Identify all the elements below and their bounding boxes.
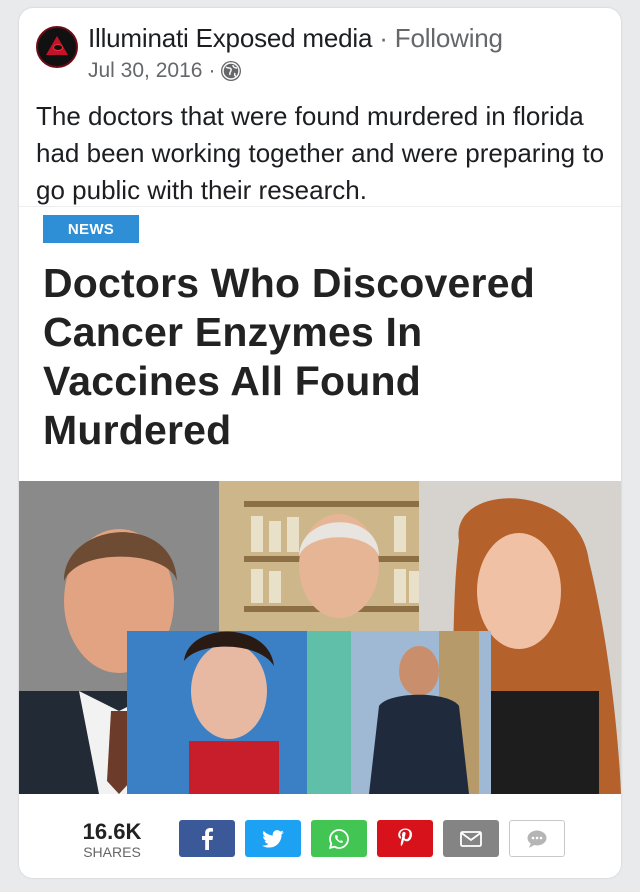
sms-share-button[interactable] <box>509 820 565 857</box>
post-header: Illuminati Exposed media · Following Jul… <box>36 22 596 92</box>
separator-dot: · <box>379 23 388 53</box>
pinterest-share-button[interactable] <box>377 820 433 857</box>
whatsapp-icon <box>328 828 349 849</box>
twitter-share-button[interactable] <box>245 820 301 857</box>
pinterest-icon <box>398 828 412 846</box>
share-bar: 16.6K SHARES <box>19 807 621 867</box>
article-headline[interactable]: Doctors Who Discovered Cancer Enzymes In… <box>43 259 603 455</box>
post-meta: Jul 30, 2016 · <box>88 59 242 83</box>
globe-icon[interactable] <box>221 61 242 81</box>
collage-photo <box>19 481 621 794</box>
post-text: The doctors that were found murdered in … <box>36 101 605 205</box>
post-date[interactable]: Jul 30, 2016 <box>88 59 202 83</box>
whatsapp-share-button[interactable] <box>311 820 367 857</box>
twitter-icon <box>262 829 284 848</box>
facebook-share-button[interactable] <box>179 820 235 857</box>
page-avatar[interactable] <box>36 26 78 68</box>
news-badge: NEWS <box>43 215 139 243</box>
following-button[interactable]: Following <box>395 23 503 53</box>
article-photo-collage[interactable] <box>19 481 621 794</box>
email-icon <box>460 830 482 847</box>
share-count-number: 16.6K <box>82 819 142 844</box>
email-share-button[interactable] <box>443 820 499 857</box>
facebook-icon <box>202 827 213 850</box>
author-line: Illuminati Exposed media · Following <box>88 23 503 54</box>
sms-icon <box>527 830 547 848</box>
share-count: 16.6K SHARES <box>67 821 157 861</box>
share-count-label: SHARES <box>83 844 141 860</box>
author-name[interactable]: Illuminati Exposed media <box>88 23 372 53</box>
article-preview[interactable]: NEWS Doctors Who Discovered Cancer Enzym… <box>19 206 621 878</box>
post-card: Illuminati Exposed media · Following Jul… <box>19 8 621 878</box>
date-separator: · <box>208 59 216 82</box>
eye-icon <box>53 44 63 51</box>
